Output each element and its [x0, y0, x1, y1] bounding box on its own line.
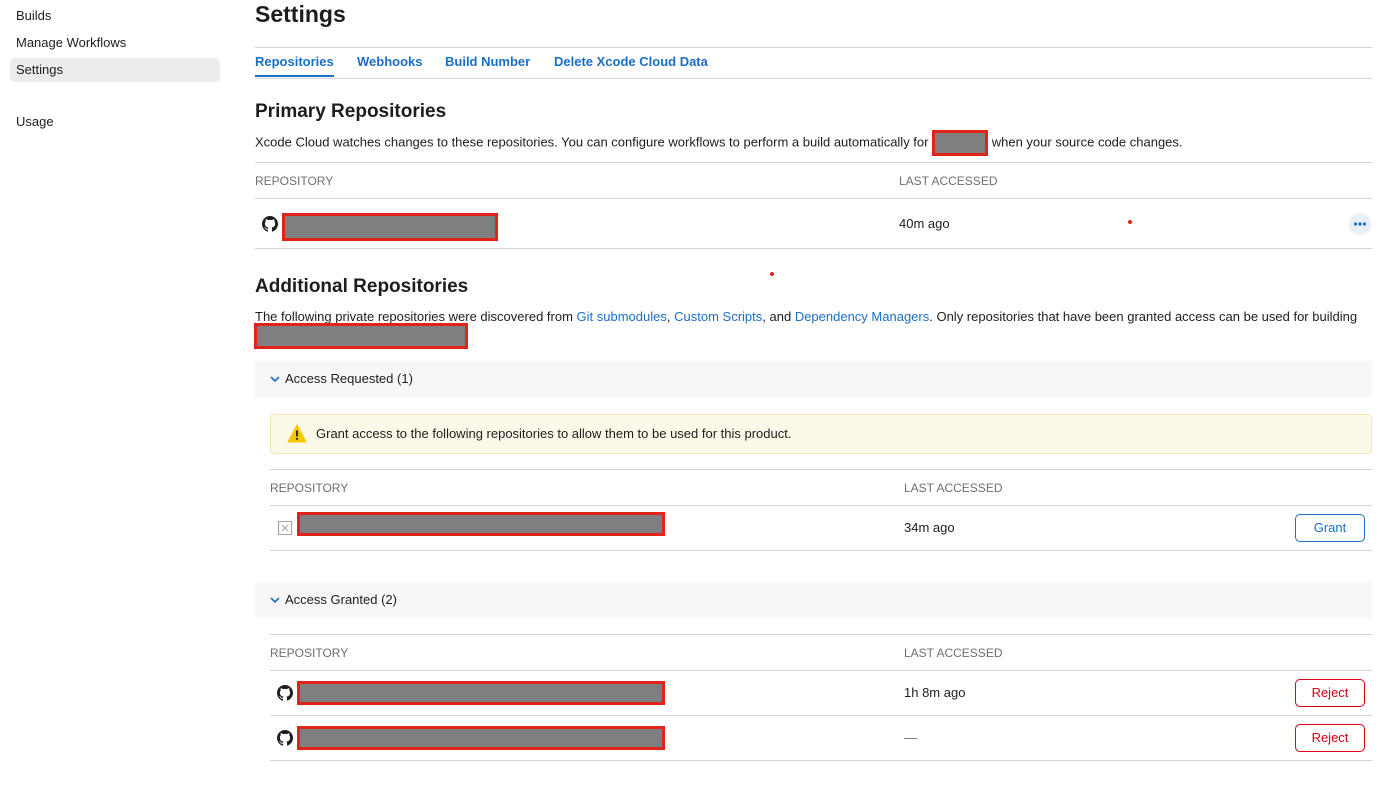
primary-desc-before: Xcode Cloud watches changes to these rep…: [255, 134, 929, 150]
tab-build-number[interactable]: Build Number: [445, 48, 530, 77]
chevron-down-icon: [270, 376, 280, 383]
access-granted-label: Access Granted (2): [285, 592, 397, 607]
last-accessed-value: —: [904, 730, 917, 745]
column-header-repository: REPOSITORY: [270, 646, 349, 660]
broken-image-icon: [278, 521, 292, 535]
access-requested-label: Access Requested (1): [285, 371, 413, 386]
redacted-product-name: [932, 130, 989, 156]
tab-repositories[interactable]: Repositories: [255, 48, 334, 77]
separator: , and: [762, 309, 792, 324]
divider: [255, 162, 1372, 163]
access-requested-disclosure[interactable]: Access Requested (1): [255, 361, 1372, 397]
divider: [255, 198, 1372, 199]
grant-access-warning: Grant access to the following repositori…: [270, 414, 1372, 454]
sidebar-item-builds[interactable]: Builds: [10, 4, 220, 28]
divider: [270, 760, 1372, 761]
github-icon: [262, 216, 278, 232]
red-marker-dot: [770, 272, 774, 276]
divider: [270, 670, 1372, 671]
access-granted-disclosure[interactable]: Access Granted (2): [255, 582, 1372, 618]
additional-repositories-description: The following private repositories were …: [254, 308, 1372, 349]
divider: [270, 715, 1372, 716]
reject-button[interactable]: Reject: [1295, 724, 1365, 752]
tab-webhooks[interactable]: Webhooks: [357, 48, 423, 77]
reject-button[interactable]: Reject: [1295, 679, 1365, 707]
primary-desc-after: when your source code changes.: [991, 134, 1183, 150]
column-header-last-accessed: LAST ACCESSED: [904, 646, 1003, 660]
sidebar: Builds Manage Workflows Settings Usage: [0, 0, 230, 788]
custom-scripts-link[interactable]: Custom Scripts: [674, 309, 762, 324]
warning-icon: [287, 424, 307, 443]
last-accessed-value: 40m ago: [899, 216, 950, 231]
more-options-button[interactable]: [1349, 213, 1371, 235]
divider: [270, 550, 1372, 551]
chevron-down-icon: [270, 597, 280, 604]
additional-desc-part2: . Only repositories that have been grant…: [929, 309, 1358, 324]
main-content: Settings Repositories Webhooks Build Num…: [254, 0, 1372, 788]
redacted-repository-name[interactable]: [297, 726, 665, 750]
sidebar-item-manage-workflows[interactable]: Manage Workflows: [10, 31, 220, 55]
github-icon: [277, 730, 293, 746]
last-accessed-value: 34m ago: [904, 520, 955, 535]
tab-delete-xcode-cloud-data[interactable]: Delete Xcode Cloud Data: [554, 48, 708, 77]
separator: ,: [666, 309, 671, 324]
last-accessed-value: 1h 8m ago: [904, 685, 966, 700]
divider: [270, 505, 1372, 506]
sidebar-item-settings[interactable]: Settings: [10, 58, 220, 82]
red-marker-dot: [1128, 220, 1132, 224]
additional-repositories-heading: Additional Repositories: [255, 276, 469, 297]
git-submodules-link[interactable]: Git submodules: [577, 309, 667, 324]
dependency-managers-link[interactable]: Dependency Managers: [795, 309, 929, 324]
column-header-repository: REPOSITORY: [255, 174, 334, 188]
redacted-repository-name[interactable]: [297, 512, 665, 536]
divider: [270, 634, 1372, 635]
column-header-last-accessed: LAST ACCESSED: [899, 174, 998, 188]
tab-bar: Repositories Webhooks Build Number Delet…: [255, 47, 1372, 79]
redacted-repository-name[interactable]: [297, 681, 665, 705]
column-header-repository: REPOSITORY: [270, 481, 349, 495]
redacted-product-name: [254, 323, 468, 349]
divider: [270, 469, 1372, 470]
page-title: Settings: [255, 1, 346, 27]
divider: [255, 248, 1372, 249]
warning-text: Grant access to the following repositori…: [316, 426, 792, 441]
more-icon: [1353, 222, 1367, 226]
sidebar-item-usage[interactable]: Usage: [10, 110, 220, 134]
grant-button[interactable]: Grant: [1295, 514, 1365, 542]
column-header-last-accessed: LAST ACCESSED: [904, 481, 1003, 495]
primary-repositories-heading: Primary Repositories: [255, 101, 447, 122]
primary-repositories-description: Xcode Cloud watches changes to these rep…: [255, 130, 1372, 156]
redacted-repository-name[interactable]: [282, 213, 498, 241]
github-icon: [277, 685, 293, 701]
additional-desc-part1: The following private repositories were …: [255, 309, 573, 324]
